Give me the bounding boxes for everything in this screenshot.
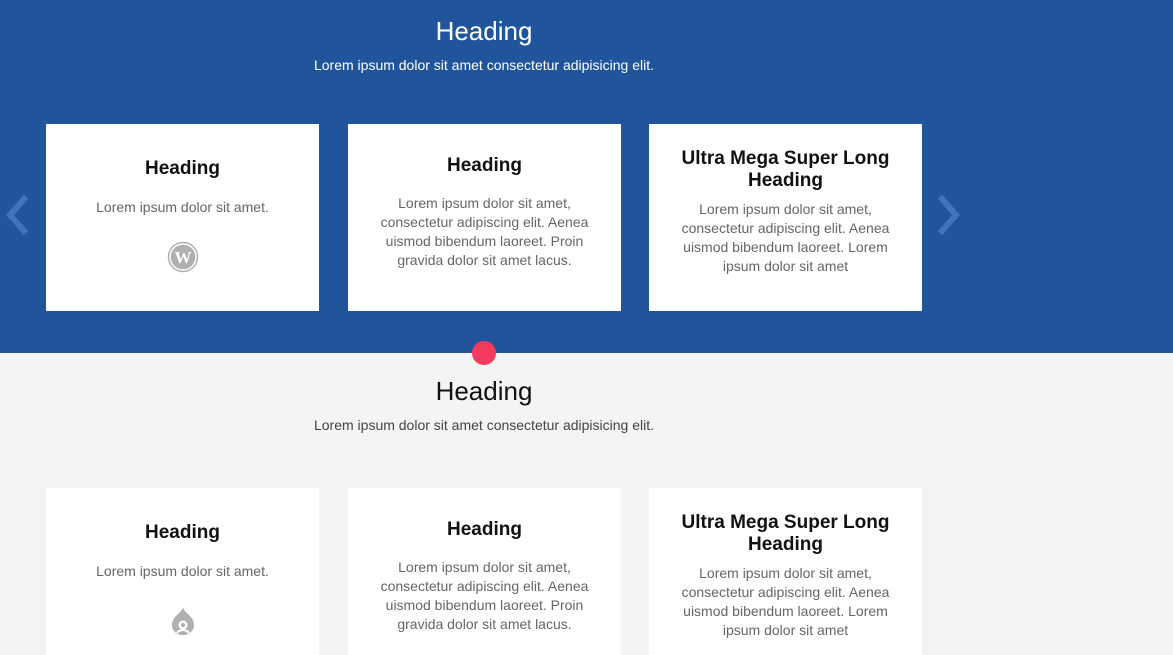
hero-section: Heading Lorem ipsum dolor sit amet conse… bbox=[0, 0, 1173, 353]
hero-subheading: Lorem ipsum dolor sit amet consectetur a… bbox=[313, 57, 655, 73]
features-subheading: Lorem ipsum dolor sit amet consectetur a… bbox=[313, 417, 655, 433]
card-title: Heading bbox=[447, 155, 522, 176]
card-title: Ultra Mega Super Long Heading bbox=[681, 512, 890, 555]
feature-card-2: Heading Lorem ipsum dolor sit amet, cons… bbox=[348, 488, 621, 655]
hero-card-2: Heading Lorem ipsum dolor sit amet, cons… bbox=[348, 124, 621, 311]
card-text: Lorem ipsum dolor sit amet, consectetur … bbox=[681, 201, 890, 274]
card-title: Heading bbox=[145, 158, 220, 179]
chevron-right-icon bbox=[937, 194, 960, 236]
carousel-prev-button[interactable] bbox=[2, 193, 32, 237]
features-heading: Heading bbox=[435, 376, 533, 406]
wordpress-icon: W bbox=[167, 241, 198, 273]
svg-text:W: W bbox=[174, 248, 191, 267]
hero-card-3: Ultra Mega Super Long Heading Lorem ipsu… bbox=[649, 124, 922, 311]
carousel-indicator-dot[interactable] bbox=[472, 341, 496, 365]
card-text: Lorem ipsum dolor sit amet, consectetur … bbox=[380, 559, 589, 632]
chevron-left-icon bbox=[6, 194, 29, 236]
card-text: Lorem ipsum dolor sit amet. bbox=[96, 563, 269, 579]
feature-card-1: Heading Lorem ipsum dolor sit amet. bbox=[46, 488, 319, 655]
card-title: Ultra Mega Super Long Heading bbox=[681, 148, 890, 191]
card-title: Heading bbox=[145, 522, 220, 543]
card-text: Lorem ipsum dolor sit amet, consectetur … bbox=[681, 565, 890, 638]
hero-heading: Heading bbox=[435, 16, 533, 46]
card-text: Lorem ipsum dolor sit amet, consectetur … bbox=[380, 195, 589, 268]
drupal-icon bbox=[171, 607, 194, 635]
hero-card-1: Heading Lorem ipsum dolor sit amet. W bbox=[46, 124, 319, 311]
card-text: Lorem ipsum dolor sit amet. bbox=[96, 199, 269, 215]
card-title: Heading bbox=[447, 519, 522, 540]
features-section: Heading Lorem ipsum dolor sit amet conse… bbox=[0, 353, 1173, 655]
feature-card-3: Ultra Mega Super Long Heading Lorem ipsu… bbox=[649, 488, 922, 655]
carousel-next-button[interactable] bbox=[934, 193, 964, 237]
